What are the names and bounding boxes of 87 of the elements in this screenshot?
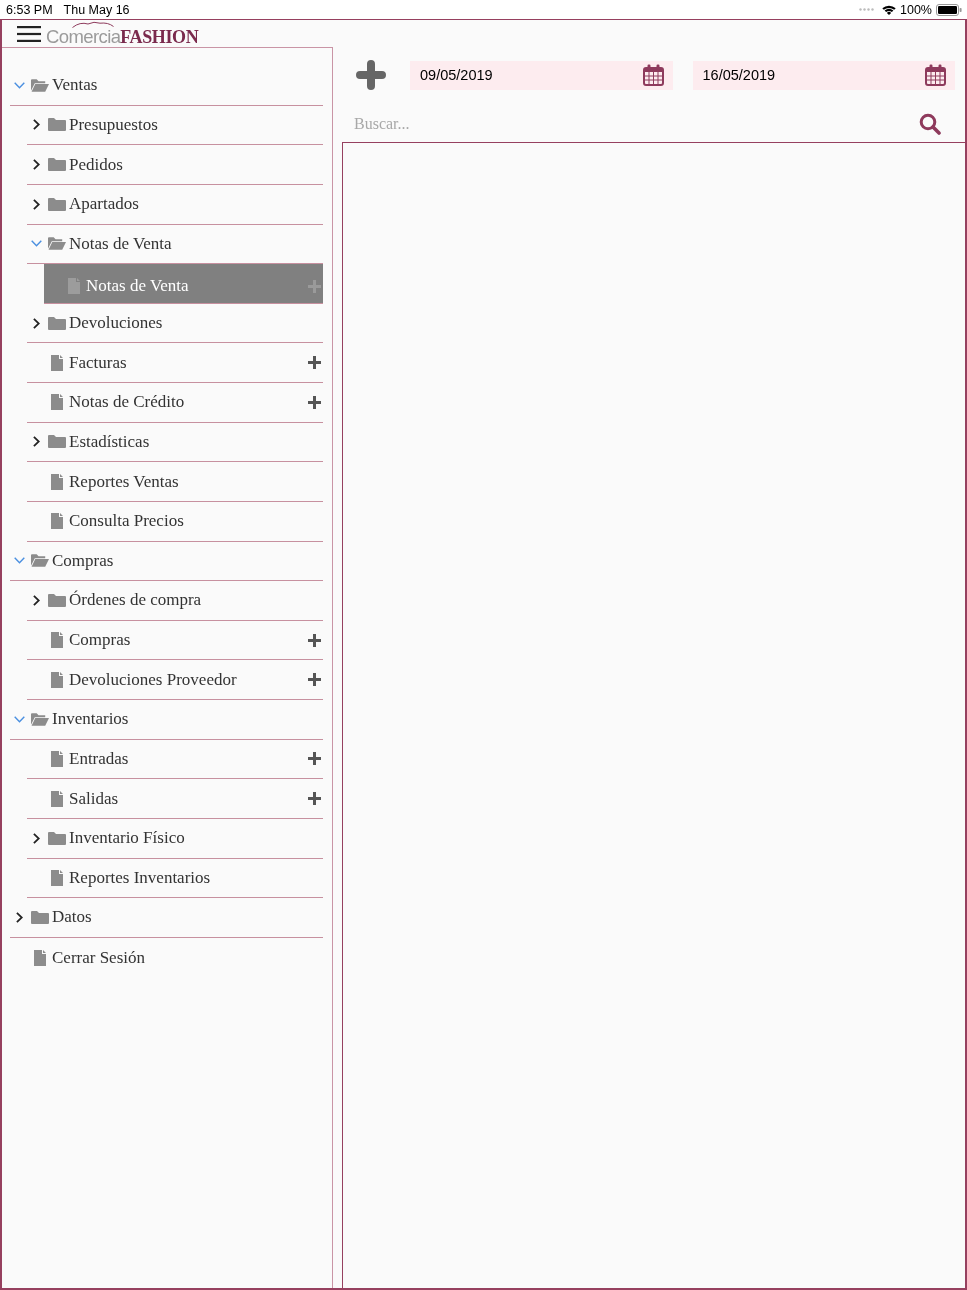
chevron-right-icon[interactable]: [32, 317, 40, 329]
document-icon: [51, 513, 63, 530]
tree-item[interactable]: Devoluciones Proveedor: [27, 660, 323, 700]
document-icon: [51, 869, 63, 886]
logo-text: ComerciaFASHION: [46, 28, 199, 46]
wifi-icon: [882, 4, 896, 15]
document-icon: [51, 354, 63, 371]
chevron-down-icon[interactable]: [13, 715, 25, 723]
chevron-right-icon[interactable]: [32, 159, 40, 171]
search-icon[interactable]: [919, 113, 941, 135]
battery-percent: 100%: [900, 2, 932, 17]
add-button[interactable]: [308, 633, 321, 647]
folder-icon: [48, 158, 66, 172]
tree-item[interactable]: Órdenes de compra: [27, 581, 323, 621]
tree-item[interactable]: Notas de Venta: [44, 264, 323, 304]
folder-open-icon: [31, 78, 49, 92]
tree-item[interactable]: Estadísticas: [27, 422, 323, 463]
document-icon: [34, 949, 46, 966]
tree-item[interactable]: Notas de Crédito: [27, 383, 323, 423]
folder-open-icon: [31, 712, 49, 726]
document-icon: [51, 394, 63, 411]
folder-icon: [48, 316, 66, 330]
chevron-right-icon[interactable]: [32, 832, 40, 844]
tree-item[interactable]: Facturas: [27, 343, 323, 383]
chevron-right-icon[interactable]: [32, 198, 40, 210]
folder-open-icon: [31, 554, 49, 568]
plus-icon: [308, 792, 321, 806]
search-field[interactable]: Buscar...: [354, 111, 907, 137]
status-time: 6:53 PM: [6, 2, 53, 17]
folder-icon: [48, 831, 66, 845]
tree-item[interactable]: Inventarios: [10, 700, 323, 740]
status-date: Thu May 16: [63, 2, 130, 17]
folder-icon: [48, 593, 66, 607]
plus-icon: [308, 279, 321, 293]
document-icon: [68, 278, 80, 295]
plus-icon: [308, 395, 321, 409]
add-button[interactable]: [308, 395, 321, 409]
plus-icon: [308, 752, 321, 766]
document-icon: [51, 750, 63, 767]
folder-icon: [48, 197, 66, 211]
tree-item[interactable]: Devoluciones: [27, 303, 323, 344]
tree-item[interactable]: Salidas: [27, 779, 323, 819]
menu-icon: [17, 25, 41, 42]
document-icon: [51, 790, 63, 807]
tree-item[interactable]: Inventario Físico: [27, 818, 323, 859]
chevron-right-icon[interactable]: [32, 594, 40, 606]
document-icon: [51, 671, 63, 688]
folder-open-icon: [48, 237, 66, 251]
plus-icon: [308, 673, 321, 687]
add-button[interactable]: [308, 673, 321, 687]
tree-item[interactable]: Reportes Inventarios: [27, 858, 323, 899]
tree-item[interactable]: Datos: [10, 898, 323, 938]
chevron-right-icon[interactable]: [15, 911, 23, 923]
tree-item[interactable]: Consulta Precios: [27, 501, 323, 542]
chevron-down-icon[interactable]: [13, 81, 25, 89]
chevron-right-icon[interactable]: [32, 119, 40, 131]
tree-item[interactable]: Reportes Ventas: [27, 462, 323, 502]
add-button[interactable]: [308, 792, 321, 806]
tree-item[interactable]: Presupuestos: [27, 105, 323, 146]
document-icon: [51, 473, 63, 490]
calendar-icon[interactable]: [642, 64, 664, 86]
date-field[interactable]: 09/05/2019: [410, 60, 673, 90]
add-button[interactable]: [308, 356, 321, 370]
tree-item[interactable]: Entradas: [27, 739, 323, 780]
chevron-down-icon[interactable]: [30, 240, 42, 248]
document-icon: [51, 632, 63, 649]
battery-icon: [936, 3, 962, 16]
calendar-icon[interactable]: [925, 64, 946, 86]
date-field[interactable]: 16/05/2019: [692, 60, 955, 90]
tree-item[interactable]: Cerrar Sesión: [10, 937, 323, 978]
chevron-right-icon[interactable]: [32, 436, 40, 448]
folder-icon: [48, 118, 66, 132]
plus-icon: [356, 60, 386, 90]
add-button[interactable]: [308, 752, 321, 766]
tree-item[interactable]: Compras: [27, 620, 323, 661]
folder-icon: [48, 435, 66, 449]
signal-icon: [859, 8, 874, 11]
add-button[interactable]: [356, 60, 386, 90]
tree-item[interactable]: Ventas: [10, 66, 323, 106]
tree-item[interactable]: Pedidos: [27, 145, 323, 185]
menu-button[interactable]: [17, 25, 41, 42]
chevron-down-icon[interactable]: [13, 557, 25, 565]
tree-item[interactable]: Compras: [10, 541, 323, 582]
folder-icon: [31, 910, 49, 924]
plus-icon: [308, 356, 321, 370]
plus-icon: [308, 633, 321, 647]
tree-item[interactable]: Apartados: [27, 184, 323, 225]
